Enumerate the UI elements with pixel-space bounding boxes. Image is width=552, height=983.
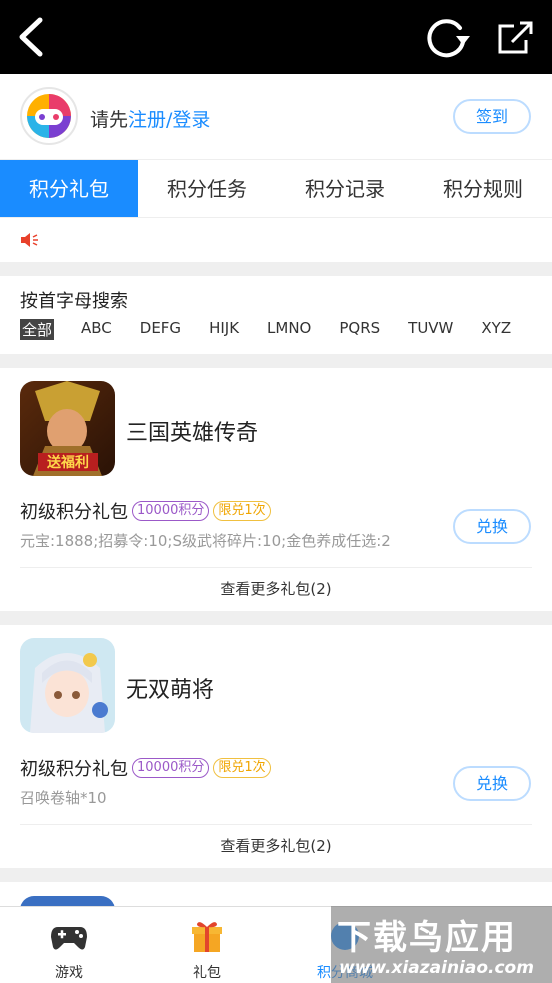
exchange-button[interactable]: 兑换 — [453, 766, 531, 801]
letter-filter-xyz[interactable]: XYZ — [481, 319, 511, 340]
game-card: 送福利 三国英雄传奇 初级积分礼包 10000积分 限兑1次 元宝:1888;招… — [0, 368, 552, 611]
refresh-icon — [427, 19, 470, 58]
game-name: 无双萌将 — [126, 678, 215, 703]
anime-girl-game-icon — [20, 638, 115, 733]
tab-points-tasks[interactable]: 积分任务 — [138, 160, 276, 217]
letter-filter-abc[interactable]: ABC — [81, 319, 112, 340]
letter-search: 按首字母搜索 全部 ABC DEFG HIJK LMNO PQRS TUVW X… — [0, 276, 552, 354]
gift-description: 元宝:1888;招募令:10;S级武将碎片:10;金色养成任选:2 — [20, 532, 391, 550]
points-tag: 10000积分 — [132, 501, 210, 521]
login-link[interactable]: 注册/登录 — [128, 109, 210, 131]
tab-points-records[interactable]: 积分记录 — [276, 160, 414, 217]
watermark: 下载鸟应用 www.xiazainiao.com — [331, 906, 552, 983]
letter-filter-defg[interactable]: DEFG — [140, 319, 181, 340]
watermark-title: 下载鸟应用 — [337, 918, 517, 958]
points-tag: 10000积分 — [132, 758, 210, 778]
tab-bar: 积分礼包 积分任务 积分记录 积分规则 — [0, 160, 552, 218]
back-button[interactable] — [14, 16, 54, 58]
divider — [20, 824, 532, 825]
nav-games[interactable]: 游戏 — [0, 907, 138, 983]
share-icon — [498, 21, 533, 54]
login-prompt-text: 请先 — [90, 109, 129, 131]
user-row: 请先注册/登录 签到 — [0, 74, 552, 160]
more-gifts-link[interactable]: 查看更多礼包(2) — [0, 835, 552, 856]
gift-title-text: 初级积分礼包 — [20, 759, 128, 780]
game-icon[interactable] — [20, 638, 115, 733]
letter-filter-lmno[interactable]: LMNO — [267, 319, 311, 340]
back-arrow-icon — [19, 17, 43, 57]
gift-title: 初级积分礼包 10000积分 限兑1次 — [20, 498, 271, 524]
watermark-url: www.xiazainiao.com — [339, 958, 534, 978]
warrior-game-icon: 送福利 — [20, 381, 115, 476]
notice-bar — [0, 218, 552, 262]
letter-filter-tuvw[interactable]: TUVW — [408, 319, 453, 340]
nav-games-label: 游戏 — [55, 965, 83, 981]
avatar[interactable] — [20, 87, 78, 145]
nav-gifts[interactable]: 礼包 — [138, 907, 276, 983]
letter-filter-all[interactable]: 全部 — [20, 319, 55, 340]
login-prompt: 请先注册/登录 — [90, 105, 210, 132]
nav-gifts-label: 礼包 — [193, 965, 221, 981]
share-button[interactable] — [494, 18, 536, 58]
refresh-button[interactable] — [422, 14, 472, 60]
limit-tag: 限兑1次 — [213, 758, 271, 778]
gift-title-text: 初级积分礼包 — [20, 502, 128, 523]
exchange-button[interactable]: 兑换 — [453, 509, 531, 544]
tab-points-gifts[interactable]: 积分礼包 — [0, 160, 138, 217]
gift-icon — [192, 922, 222, 952]
letter-filter-hijk[interactable]: HIJK — [209, 319, 239, 340]
speaker-icon — [21, 233, 38, 247]
tab-points-rules[interactable]: 积分规则 — [414, 160, 552, 217]
gamepad-icon — [51, 927, 87, 950]
letter-filter-pqrs[interactable]: PQRS — [339, 319, 380, 340]
letter-filter-list: 全部 ABC DEFG HIJK LMNO PQRS TUVW XYZ — [20, 319, 511, 340]
checkin-button[interactable]: 签到 — [453, 99, 531, 134]
game-card: 无双萌将 初级积分礼包 10000积分 限兑1次 召唤卷轴*10 兑换 查看更多… — [0, 625, 552, 868]
game-icon-banner: 送福利 — [46, 454, 89, 471]
gift-title: 初级积分礼包 10000积分 限兑1次 — [20, 755, 271, 781]
more-gifts-link[interactable]: 查看更多礼包(2) — [0, 578, 552, 599]
divider — [20, 567, 532, 568]
game-icon[interactable]: 送福利 — [20, 381, 115, 476]
top-bar — [0, 0, 552, 74]
game-name: 三国英雄传奇 — [126, 421, 259, 446]
limit-tag: 限兑1次 — [213, 501, 271, 521]
letter-search-title: 按首字母搜索 — [20, 291, 128, 312]
app-logo-icon — [27, 94, 71, 138]
gift-description: 召唤卷轴*10 — [20, 789, 107, 807]
